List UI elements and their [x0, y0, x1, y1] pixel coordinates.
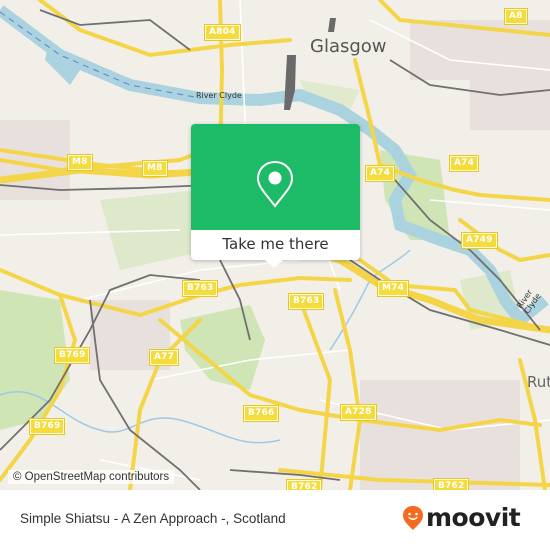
road-shield: M8: [67, 154, 93, 171]
moovit-logo[interactable]: moovit: [402, 503, 521, 533]
footer-bar: Simple Shiatsu - A Zen Approach -, Scotl…: [0, 490, 550, 550]
river-label: River Clyde: [196, 91, 242, 100]
road-shield: B766: [242, 405, 280, 422]
moovit-logo-icon: [403, 506, 423, 530]
map-canvas[interactable]: [0, 0, 550, 550]
location-popup: Take me there: [191, 124, 360, 268]
brand-name: moovit: [426, 503, 521, 532]
road-shield: M74: [376, 280, 410, 297]
city-label-glasgow: Glasgow: [310, 36, 387, 57]
road-shield: B763: [181, 280, 219, 297]
road-shield: A728: [340, 404, 377, 421]
map-attribution[interactable]: © OpenStreetMap contributors: [8, 470, 175, 484]
road-shield: B769: [53, 347, 91, 364]
road-shield: A74: [448, 155, 480, 172]
road-shield: A8: [504, 8, 528, 25]
take-me-there-button[interactable]: Take me there: [191, 230, 360, 260]
road-shield: M8: [142, 160, 168, 177]
popup-pointer: [264, 259, 284, 268]
road-shield: A749: [461, 232, 498, 249]
road-shield: B769: [28, 418, 66, 435]
road-shield: B763: [287, 293, 325, 310]
location-title: Simple Shiatsu - A Zen Approach -, Scotl…: [20, 511, 286, 526]
road-shield: A74: [364, 165, 396, 182]
place-label-rutherglen: Rut: [527, 373, 550, 391]
road-shield: A804: [204, 24, 241, 41]
map-pin-icon: [256, 160, 294, 208]
popup-header: [191, 124, 360, 230]
road-shield: A77: [148, 349, 180, 366]
